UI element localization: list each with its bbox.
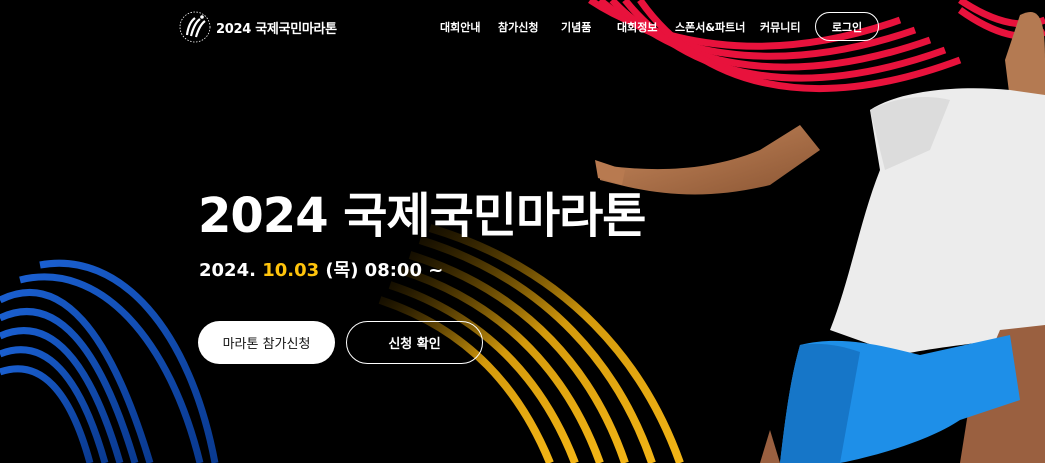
event-date-prefix: 2024. <box>199 260 263 281</box>
top-navigation: 2024 국제국민마라톤 대회안내 참가신청 기념품 대회정보 스폰서&파트너 … <box>0 0 1045 54</box>
hero-section: 2024 국제국민마라톤 대회안내 참가신청 기념품 대회정보 스폰서&파트너 … <box>0 0 1045 463</box>
menu-item-sponsors-partners[interactable]: 스폰서&파트너 <box>675 19 745 35</box>
site-logo-text: 2024 국제국민마라톤 <box>216 21 337 37</box>
blue-stripes-graphic <box>0 259 219 463</box>
check-registration-button[interactable]: 신청 확인 <box>346 321 483 364</box>
hero-title: 2024 국제국민마라톤 <box>198 188 646 244</box>
menu-item-community[interactable]: 커뮤니티 <box>760 19 800 35</box>
menu-item-race-details[interactable]: 대회정보 <box>617 19 657 35</box>
marathon-emblem-icon <box>179 11 211 43</box>
login-button[interactable]: 로그인 <box>815 12 879 41</box>
menu-item-event-info[interactable]: 대회안내 <box>440 19 480 35</box>
menu-item-registration[interactable]: 참가신청 <box>498 19 538 35</box>
apply-marathon-button[interactable]: 마라톤 참가신청 <box>198 321 335 364</box>
menu-item-souvenirs[interactable]: 기념품 <box>561 19 591 35</box>
event-date: 2024. 10.03 (목) 08:00 ~ <box>199 256 443 282</box>
event-date-highlight: 10.03 <box>262 260 320 281</box>
site-logo[interactable]: 2024 국제국민마라톤 <box>178 10 337 44</box>
event-date-suffix: (목) 08:00 ~ <box>319 260 444 281</box>
